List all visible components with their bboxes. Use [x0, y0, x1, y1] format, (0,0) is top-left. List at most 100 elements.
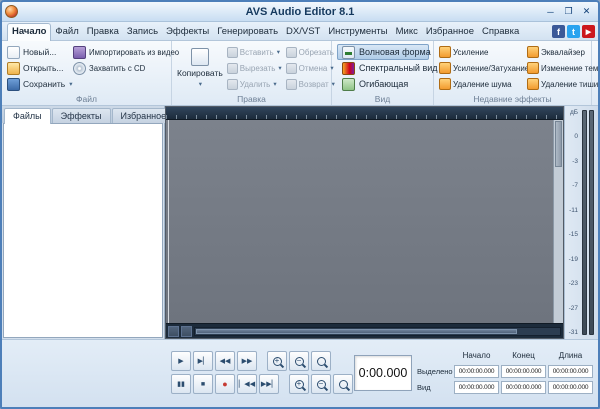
view-length-field[interactable]: 00:00:00.000 [548, 381, 593, 394]
playback-cursor[interactable] [168, 120, 169, 323]
timeline-ruler[interactable] [166, 107, 563, 120]
noise-removal-icon [439, 78, 451, 90]
paste-button[interactable]: Вставить [226, 44, 282, 60]
equalizer-button[interactable]: Эквалайзер [527, 44, 591, 60]
tab-edit[interactable]: Правка [83, 24, 123, 40]
tab-files[interactable]: Файлы [4, 108, 51, 124]
zoom-selection-out-icon: − [316, 379, 326, 389]
spectral-view-button[interactable]: Спектральный вид [337, 60, 438, 76]
left-panel: Файлы Эффекты Избранное [2, 106, 176, 339]
tab-tools[interactable]: Инструменты [324, 24, 391, 40]
view-end-field[interactable]: 00:00:00.000 [501, 381, 546, 394]
record-button[interactable]: ● [215, 374, 235, 394]
waveform-canvas[interactable] [166, 120, 563, 323]
amplify-effect-label: Усиление [453, 47, 489, 57]
save-button[interactable]: Сохранить [7, 76, 67, 92]
facebook-icon[interactable]: f [552, 25, 565, 38]
selection-length-field[interactable]: 00:00:00.000 [548, 365, 593, 378]
zoom-selection-out-button[interactable]: − [311, 374, 331, 394]
file-list[interactable] [3, 123, 163, 338]
envelope-view-label: Огибающая [359, 79, 409, 89]
minimize-button[interactable]: ─ [542, 5, 559, 19]
zoom-in-button[interactable]: + [267, 351, 287, 371]
open-button[interactable]: Открыть... [7, 60, 67, 76]
scroll-zoom-out-button[interactable] [168, 325, 179, 337]
meter-tick: -23 [568, 280, 578, 288]
title-bar[interactable]: AVS Audio Editor 8.1 ─ ❐ ✕ [2, 2, 598, 22]
tab-dxvst[interactable]: DX/VST [282, 24, 324, 40]
view-start-field[interactable]: 00:00:00.000 [454, 381, 499, 394]
pause-button[interactable]: ▮▮ [171, 374, 191, 394]
go-to-end-button[interactable]: ▶▶▏ [259, 374, 279, 394]
go-to-start-button[interactable]: ▏◀◀ [237, 374, 257, 394]
waveform-area [165, 106, 564, 339]
capture-from-cd-button[interactable]: Захватить с CD [73, 60, 169, 76]
tab-home[interactable]: Начало [7, 23, 52, 41]
tab-favorites[interactable]: Избранное [422, 24, 478, 40]
scroll-zoom-in-button[interactable] [181, 325, 192, 337]
vertical-scrollbar-thumb[interactable] [555, 121, 562, 167]
meter-tick: -19 [568, 255, 578, 263]
cd-disc-icon [73, 61, 86, 75]
tempo-change-button[interactable]: Изменение темпа [527, 60, 598, 76]
bottom-bar: ▶ ▶▏ ◀◀ ▶▶ + − ▮▮ ■ ● ▏◀◀ ▶▶▏ + − 0:00.0… [2, 339, 598, 407]
tab-mix[interactable]: Микс [392, 24, 422, 40]
amplify-effect-button[interactable]: Усиление [439, 44, 523, 60]
zoom-out-button[interactable]: − [289, 351, 309, 371]
rewind-button[interactable]: ◀◀ [215, 351, 235, 371]
youtube-icon[interactable]: ▶ [582, 25, 595, 38]
spectral-icon [342, 61, 355, 75]
level-meter: дБ 0 -3 -7 -11 -15 -19 -23 -27 -31 [564, 106, 598, 339]
zoom-full-button[interactable] [311, 351, 331, 371]
zoom-out-icon: − [294, 356, 304, 366]
undo-button[interactable]: Отмена [285, 60, 335, 76]
waveform-icon [342, 45, 355, 59]
group-caption-effects: Недавние эффекты [473, 94, 552, 104]
delete-button[interactable]: Удалить [226, 76, 282, 92]
new-button[interactable]: Новый... [7, 44, 67, 60]
play-button[interactable]: ▶ [171, 351, 191, 371]
save-disk-icon [7, 77, 20, 91]
view-row-label: Вид [417, 383, 431, 392]
close-button[interactable]: ✕ [578, 5, 595, 19]
meter-bar-left [582, 110, 587, 335]
tab-record[interactable]: Запись [123, 24, 162, 40]
play-to-end-button[interactable]: ▶▏ [193, 351, 213, 371]
trim-button[interactable]: Обрезать [285, 44, 335, 60]
envelope-view-button[interactable]: Огибающая [337, 76, 429, 92]
twitter-icon[interactable]: t [567, 25, 580, 38]
ribbon-spacer [592, 41, 598, 105]
meter-tick: -11 [569, 206, 578, 214]
tab-effects-panel[interactable]: Эффекты [51, 108, 111, 123]
fade-effect-button[interactable]: Усиление/Затухание [439, 60, 529, 76]
redo-button[interactable]: Возврат [285, 76, 335, 92]
new-button-label: Новый... [23, 47, 57, 57]
silence-removal-button[interactable]: Удаление тишины [527, 76, 598, 92]
tab-help[interactable]: Справка [478, 24, 523, 40]
selection-start-field[interactable]: 00:00:00.000 [454, 365, 499, 378]
dropdown-arrow-icon [277, 48, 280, 56]
waveform-view-button[interactable]: Волновая форма [337, 44, 431, 60]
maximize-button[interactable]: ❐ [560, 5, 577, 19]
meter-unit: дБ [569, 109, 578, 116]
cut-button[interactable]: Вырезать [226, 60, 282, 76]
tab-generate[interactable]: Генерировать [213, 24, 282, 40]
stop-button[interactable]: ■ [193, 374, 213, 394]
horizontal-scrollbar-thumb[interactable] [196, 328, 518, 334]
import-from-video-button[interactable]: Импортировать из видео [73, 44, 179, 60]
horizontal-scrollbar[interactable] [194, 326, 561, 336]
forward-button[interactable]: ▶▶ [237, 351, 257, 371]
dropdown-arrow-icon [273, 80, 276, 88]
selection-end-field[interactable]: 00:00:00.000 [501, 365, 546, 378]
copy-button[interactable]: Копировать [177, 44, 223, 92]
noise-removal-button[interactable]: Удаление шума [439, 76, 523, 92]
zoom-selection-in-button[interactable]: + [289, 374, 309, 394]
selection-row-label: Выделено [417, 367, 453, 376]
tab-file[interactable]: Файл [51, 24, 82, 40]
silence-removal-label: Удаление тишины [541, 79, 599, 89]
zoom-selection-fit-button[interactable] [333, 374, 353, 394]
vertical-scrollbar[interactable] [553, 120, 563, 323]
fade-effect-label: Усиление/Затухание [453, 63, 530, 73]
equalizer-label: Эквалайзер [541, 47, 585, 57]
tab-effects[interactable]: Эффекты [162, 24, 213, 40]
